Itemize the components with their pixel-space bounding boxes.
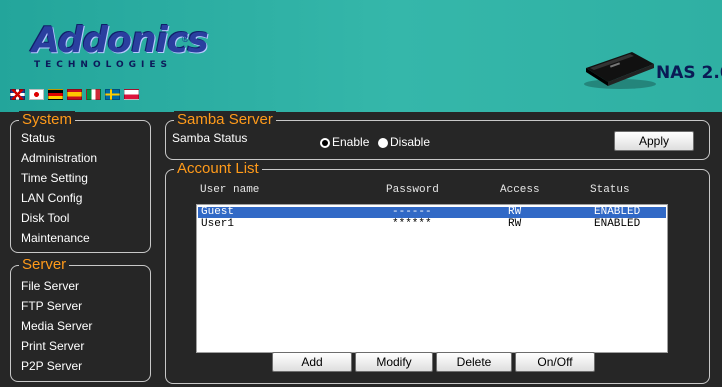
samba-enable-radio[interactable]	[320, 138, 330, 148]
content-area: System Status Administration Time Settin…	[0, 111, 722, 387]
samba-disable-radio[interactable]	[378, 138, 388, 148]
menu-media-server[interactable]: Media Server	[21, 319, 92, 333]
menu-maintenance[interactable]: Maintenance	[21, 231, 90, 245]
account-access: RW	[508, 206, 522, 218]
flag-japan-icon[interactable]	[29, 89, 44, 100]
server-menu-group: Server File Server FTP Server Media Serv…	[10, 256, 151, 382]
add-account-button[interactable]: Add	[272, 352, 352, 372]
product-title: NAS 2.0	[656, 63, 722, 83]
menu-ftp-server[interactable]: FTP Server	[21, 299, 82, 313]
apply-button[interactable]: Apply	[614, 131, 694, 151]
account-status: ENABLED	[594, 218, 641, 230]
menu-lan-config[interactable]: LAN Config	[21, 191, 82, 205]
flag-sweden-icon[interactable]	[105, 89, 120, 100]
menu-disk-tool[interactable]: Disk Tool	[21, 211, 69, 225]
nas-device-image	[584, 52, 656, 89]
system-menu-group: System Status Administration Time Settin…	[10, 111, 151, 253]
account-user-name: User1	[201, 218, 235, 230]
menu-time-setting[interactable]: Time Setting	[21, 171, 88, 185]
onoff-account-button[interactable]: On/Off	[515, 352, 595, 372]
page-header: Addonics ® TECHNOLOGIES NAS 2.0	[0, 0, 722, 112]
column-access: Access	[500, 184, 540, 196]
language-flags	[10, 89, 139, 101]
account-password: ******	[392, 218, 432, 230]
account-list[interactable]: Guest ------ RW ENABLED User1 ****** RW …	[196, 204, 668, 353]
samba-server-title: Samba Server	[174, 111, 276, 129]
table-row[interactable]: Guest ------ RW ENABLED	[198, 207, 666, 218]
column-user-name: User name	[200, 184, 260, 196]
flag-germany-icon[interactable]	[48, 89, 63, 100]
menu-administration[interactable]: Administration	[21, 151, 97, 165]
server-menu-title: Server	[19, 256, 70, 274]
account-password: ------	[392, 206, 432, 218]
samba-disable-label[interactable]: Disable	[390, 135, 430, 149]
menu-status[interactable]: Status	[21, 131, 55, 145]
logo-registered-mark: ®	[182, 34, 189, 44]
flag-uk-icon[interactable]	[10, 89, 25, 100]
account-user-name: Guest	[201, 206, 235, 218]
samba-status-label: Samba Status	[172, 131, 248, 145]
flag-italy-icon[interactable]	[86, 89, 101, 100]
table-row[interactable]: User1 ****** RW ENABLED	[198, 219, 666, 230]
menu-file-server[interactable]: File Server	[21, 279, 79, 293]
column-password: Password	[386, 184, 439, 196]
logo-tagline: TECHNOLOGIES	[34, 60, 173, 70]
flag-spain-icon[interactable]	[67, 89, 82, 100]
menu-print-server[interactable]: Print Server	[21, 339, 84, 353]
samba-enable-label[interactable]: Enable	[332, 135, 369, 149]
system-menu-title: System	[19, 111, 76, 129]
account-list-title: Account List	[174, 160, 262, 178]
addonics-logo: Addonics ® TECHNOLOGIES	[32, 20, 209, 75]
menu-p2p-server[interactable]: P2P Server	[21, 359, 82, 373]
flag-poland-icon[interactable]	[124, 89, 139, 100]
delete-account-button[interactable]: Delete	[436, 352, 512, 372]
column-status: Status	[590, 184, 630, 196]
account-status: ENABLED	[594, 206, 641, 218]
modify-account-button[interactable]: Modify	[355, 352, 433, 372]
account-access: RW	[508, 218, 522, 230]
